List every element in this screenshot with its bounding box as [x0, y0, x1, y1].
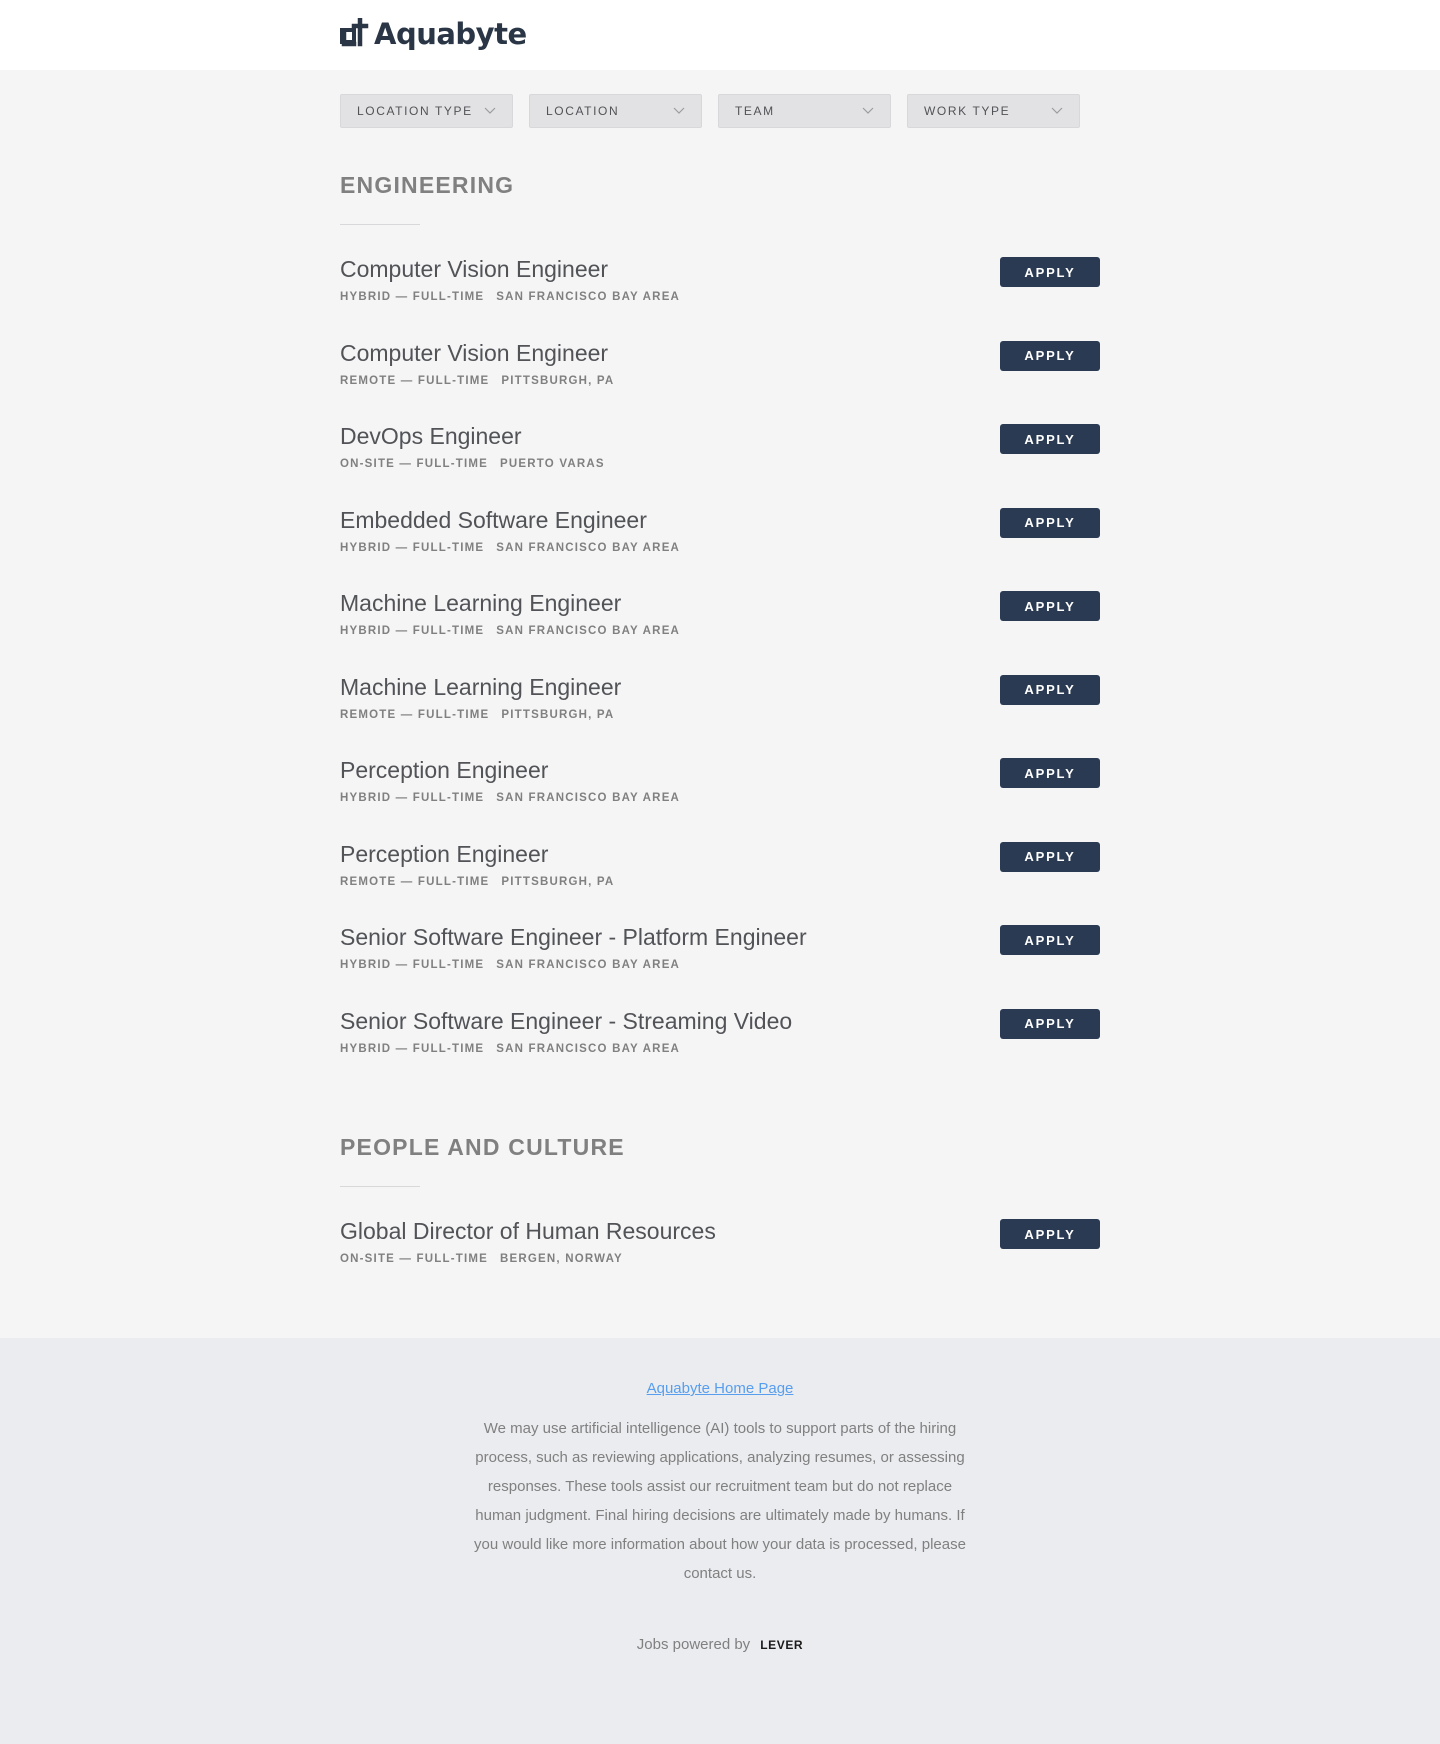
section-divider [340, 224, 420, 225]
posting-location: SAN FRANCISCO BAY AREA [496, 959, 681, 971]
posting-commitment: HYBRID — FULL-TIME [340, 959, 485, 971]
posting-meta: HYBRID — FULL-TIME SAN FRANCISCO BAY AREA [340, 625, 1100, 637]
apply-button[interactable]: APPLY [1000, 925, 1100, 955]
posting-title[interactable]: Computer Vision Engineer [340, 339, 1100, 367]
posting-commitment: REMOTE — FULL-TIME [340, 374, 490, 387]
posting-commitment: HYBRID — FULL-TIME [340, 541, 485, 554]
posting-meta: HYBRID — FULL-TIME SAN FRANCISCO BAY AREA [340, 1043, 1100, 1055]
posting-title[interactable]: Perception Engineer [340, 840, 1100, 868]
posting-location: SAN FRANCISCO BAY AREA [496, 291, 681, 303]
posting-meta: ON-SITE — FULL-TIME BERGEN, NORWAY [340, 1253, 1100, 1265]
site-header: Aquabyte [0, 0, 1440, 70]
apply-button[interactable]: APPLY [1000, 257, 1100, 287]
posting-location: SAN FRANCISCO BAY AREA [496, 625, 681, 637]
postings-list: Computer Vision Engineer HYBRID — FULL-T… [340, 255, 1100, 1090]
postings-list: Global Director of Human Resources ON-SI… [340, 1217, 1100, 1301]
powered-by-text: Jobs powered by [636, 1636, 751, 1653]
ai-disclaimer: We may use artificial intelligence (AI) … [474, 1420, 966, 1582]
posting-title[interactable]: Senior Software Engineer - Platform Engi… [340, 923, 1100, 951]
home-page-link[interactable]: Aquabyte Home Page [647, 1380, 794, 1397]
posting-location: BERGEN, NORWAY [500, 1253, 623, 1265]
posting[interactable]: Machine Learning Engineer REMOTE — FULL-… [340, 673, 1100, 757]
posting-title[interactable]: DevOps Engineer [340, 422, 1100, 450]
apply-button[interactable]: APPLY [1000, 674, 1100, 705]
posting-title[interactable]: Machine Learning Engineer [340, 589, 1100, 617]
apply-button[interactable]: APPLY [1000, 340, 1100, 371]
posting[interactable]: Global Director of Human Resources ON-SI… [340, 1217, 1100, 1301]
chevron-down-icon [1051, 107, 1063, 115]
filter-label: TEAM [735, 104, 775, 118]
filter-work-type[interactable]: WORK TYPE [907, 94, 1080, 128]
posting-commitment: HYBRID — FULL-TIME [340, 1042, 485, 1055]
apply-button[interactable]: APPLY [1000, 758, 1100, 788]
brand-name: Aquabyte [374, 17, 527, 51]
posting[interactable]: Computer Vision Engineer HYBRID — FULL-T… [340, 255, 1100, 339]
posting-commitment: REMOTE — FULL-TIME [340, 708, 490, 721]
posting-commitment: ON-SITE — FULL-TIME [340, 1253, 489, 1265]
posting[interactable]: Perception Engineer REMOTE — FULL-TIME PI… [340, 840, 1100, 924]
posting-location: PUERTO VARAS [500, 458, 605, 470]
section-people-and-culture: PEOPLE AND CULTURE Global Director of Hu… [340, 1134, 1100, 1301]
posting-location: PITTSBURGH, PA [501, 374, 615, 387]
apply-button[interactable]: APPLY [1000, 1219, 1100, 1249]
posting-meta: HYBRID — FULL-TIME SAN FRANCISCO BAY AREA [340, 542, 1100, 554]
section-engineering: ENGINEERING Computer Vision Engineer HYB… [340, 172, 1100, 1090]
posting-location: SAN FRANCISCO BAY AREA [496, 1042, 681, 1055]
apply-button[interactable]: APPLY [1000, 841, 1100, 872]
apply-button[interactable]: APPLY [1000, 1008, 1100, 1039]
lever-logo[interactable]: LEVER [760, 1638, 803, 1652]
filter-bar: LOCATION TYPE LOCATION TEAM WORK TYPE [340, 94, 1100, 128]
posting-title[interactable]: Embedded Software Engineer [340, 506, 1100, 534]
posting-title[interactable]: Machine Learning Engineer [340, 673, 1100, 701]
posting[interactable]: DevOps Engineer ON-SITE — FULL-TIME PUERT… [340, 422, 1100, 506]
chevron-down-icon [862, 107, 874, 115]
posting-location: PITTSBURGH, PA [501, 875, 615, 888]
posting-commitment: HYBRID — FULL-TIME [340, 291, 485, 303]
posting-meta: REMOTE — FULL-TIME PITTSBURGH, PA [340, 375, 1100, 387]
filter-label: LOCATION [546, 104, 620, 118]
apply-button[interactable]: APPLY [1000, 507, 1100, 538]
section-divider [340, 1186, 420, 1187]
filter-location-type[interactable]: LOCATION TYPE [340, 94, 513, 128]
posting-location: SAN FRANCISCO BAY AREA [496, 541, 681, 554]
posting-meta: REMOTE — FULL-TIME PITTSBURGH, PA [340, 709, 1100, 721]
posting-commitment: HYBRID — FULL-TIME [340, 792, 485, 804]
posting-title[interactable]: Computer Vision Engineer [340, 255, 1100, 283]
chevron-down-icon [484, 107, 496, 115]
posting[interactable]: Embedded Software Engineer HYBRID — FULL… [340, 506, 1100, 590]
filter-label: LOCATION TYPE [357, 104, 473, 118]
powered-by: Jobs powered by LEVER [0, 1636, 1440, 1653]
posting-title[interactable]: Senior Software Engineer - Streaming Vid… [340, 1007, 1100, 1035]
filter-team[interactable]: TEAM [718, 94, 891, 128]
site-footer: Aquabyte Home Page We may use artificial… [0, 1338, 1440, 1744]
posting-location: SAN FRANCISCO BAY AREA [496, 792, 681, 804]
chevron-down-icon [673, 107, 685, 115]
logo[interactable]: Aquabyte [340, 17, 527, 51]
apply-button[interactable]: APPLY [1000, 591, 1100, 621]
posting-meta: HYBRID — FULL-TIME SAN FRANCISCO BAY AREA [340, 959, 1100, 971]
section-title: PEOPLE AND CULTURE [340, 1134, 625, 1160]
posting-commitment: HYBRID — FULL-TIME [340, 625, 485, 637]
posting-commitment: REMOTE — FULL-TIME [340, 875, 490, 888]
main-content: LOCATION TYPE LOCATION TEAM WORK TYPE EN… [340, 70, 1100, 1338]
posting[interactable]: Senior Software Engineer - Platform Engi… [340, 923, 1100, 1007]
posting[interactable]: Machine Learning Engineer HYBRID — FULL-… [340, 589, 1100, 673]
apply-button[interactable]: APPLY [1000, 424, 1100, 454]
posting-meta: ON-SITE — FULL-TIME PUERTO VARAS [340, 458, 1100, 470]
posting-title[interactable]: Perception Engineer [340, 756, 1100, 784]
posting-location: PITTSBURGH, PA [501, 708, 615, 721]
filter-label: WORK TYPE [924, 104, 1011, 118]
posting-commitment: ON-SITE — FULL-TIME [340, 458, 489, 470]
filter-location[interactable]: LOCATION [529, 94, 702, 128]
posting[interactable]: Computer Vision Engineer REMOTE — FULL-T… [340, 339, 1100, 423]
posting-title[interactable]: Global Director of Human Resources [340, 1217, 1100, 1245]
posting-meta: HYBRID — FULL-TIME SAN FRANCISCO BAY AREA [340, 792, 1100, 804]
aquabyte-logo-icon [340, 18, 369, 47]
posting[interactable]: Senior Software Engineer - Streaming Vid… [340, 1007, 1100, 1091]
posting[interactable]: Perception Engineer HYBRID — FULL-TIME SA… [340, 756, 1100, 840]
section-title: ENGINEERING [340, 172, 515, 198]
posting-meta: HYBRID — FULL-TIME SAN FRANCISCO BAY AREA [340, 291, 1100, 303]
posting-meta: REMOTE — FULL-TIME PITTSBURGH, PA [340, 876, 1100, 888]
